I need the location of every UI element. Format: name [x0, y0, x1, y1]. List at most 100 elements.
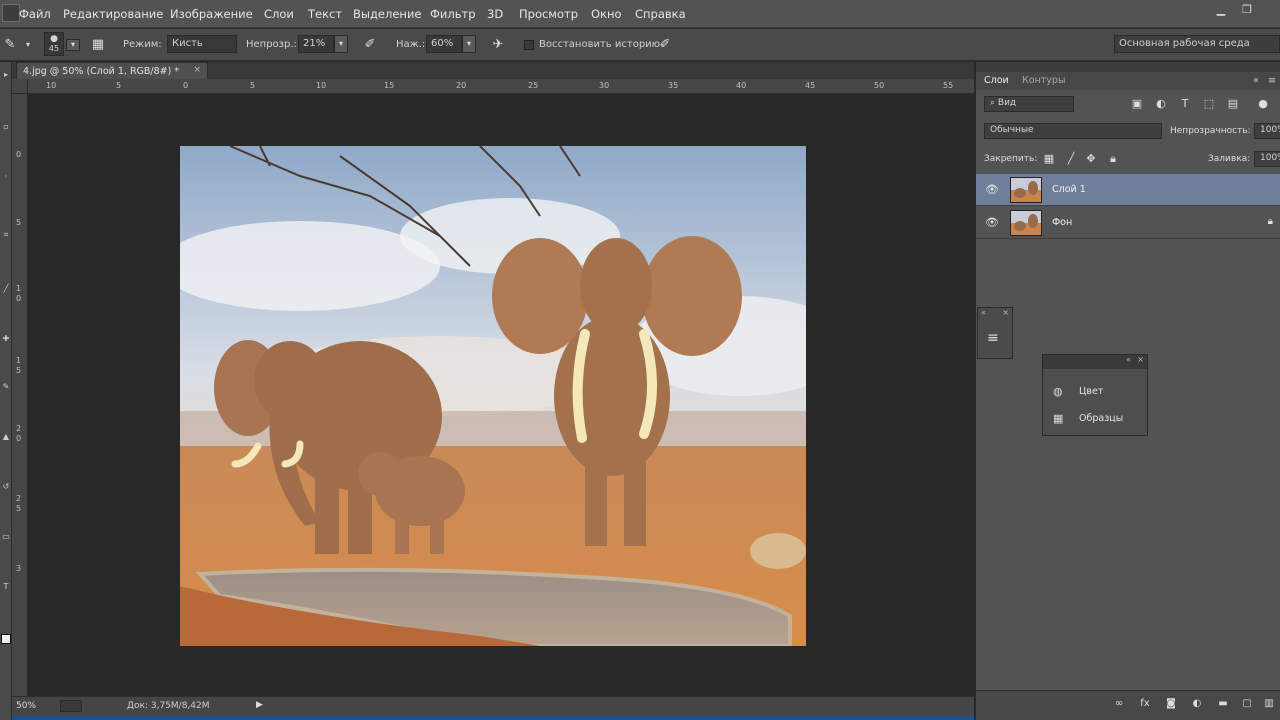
- layer-name[interactable]: Фон: [1052, 217, 1072, 228]
- close-icon[interactable]: ×: [193, 65, 201, 75]
- close-icon[interactable]: ×: [1002, 308, 1009, 317]
- pressure-input[interactable]: 60%: [426, 35, 462, 53]
- layer-name[interactable]: Слой 1: [1052, 184, 1086, 195]
- document-tab[interactable]: 4.jpg @ 50% (Слой 1, RGB/8#) * ×: [16, 62, 208, 79]
- panel-collapse-icon[interactable]: «: [1126, 355, 1131, 364]
- layer-row[interactable]: 👁︎ Слой 1: [976, 174, 1280, 206]
- brush-panel-toggle-icon[interactable]: ▦: [88, 35, 108, 55]
- marquee-tool-icon[interactable]: ▫: [1, 122, 11, 134]
- menu-view[interactable]: Просмотр: [519, 7, 578, 21]
- filter-smart-object-icon[interactable]: ▤: [1226, 97, 1240, 111]
- tool-preset-arrow-icon[interactable]: ▾: [18, 35, 38, 55]
- zoom-field[interactable]: [60, 700, 82, 712]
- delete-layer-icon[interactable]: ▥: [1262, 698, 1276, 712]
- panel-expand-icon[interactable]: «: [981, 308, 986, 317]
- eye-icon[interactable]: 👁︎: [985, 216, 999, 229]
- layer-row[interactable]: 👁︎ Фон 🔒︎: [976, 207, 1280, 239]
- zoom-level[interactable]: 50%: [16, 701, 36, 711]
- airbrush-icon[interactable]: ✈: [488, 35, 508, 55]
- filter-type-icon[interactable]: T: [1178, 97, 1192, 111]
- layer-opacity-input[interactable]: 100%: [1254, 123, 1280, 139]
- eyedropper-tool-icon[interactable]: ╱: [1, 284, 11, 296]
- foreground-color-swatch[interactable]: [1, 634, 11, 644]
- document-canvas-image[interactable]: [180, 146, 806, 646]
- properties-icon[interactable]: ≡: [987, 330, 999, 346]
- status-menu-arrow-icon[interactable]: ▶: [256, 700, 263, 710]
- swatches-icon: ▦: [1053, 412, 1064, 425]
- ruler-tick: 20: [456, 81, 467, 90]
- menu-edit[interactable]: Редактирование: [63, 7, 163, 21]
- new-adjustment-layer-icon[interactable]: ◐: [1190, 698, 1204, 712]
- color-icon: ◍: [1053, 385, 1063, 398]
- fill-label: Заливка:: [1208, 154, 1251, 164]
- brush-size-dropdown-icon[interactable]: ▾: [66, 39, 80, 51]
- menu-select[interactable]: Выделение: [353, 7, 422, 21]
- brush-tool-side-icon[interactable]: ✎: [1, 382, 11, 394]
- fill-input[interactable]: 100%: [1254, 151, 1280, 167]
- lock-all-icon[interactable]: 🔒︎: [1106, 152, 1120, 166]
- blend-mode-select[interactable]: Обычные: [984, 123, 1162, 139]
- stamp-tool-icon[interactable]: ▲: [1, 432, 11, 444]
- move-tool-icon[interactable]: ▸: [1, 70, 11, 82]
- close-icon[interactable]: ×: [1137, 355, 1144, 364]
- ruler-corner: [12, 79, 28, 94]
- ruler-tick: 10: [46, 81, 57, 90]
- tab-layers[interactable]: Слои: [984, 75, 1009, 86]
- menu-help[interactable]: Справка: [635, 7, 686, 21]
- lock-position-icon[interactable]: ✥: [1084, 152, 1098, 166]
- ruler-tick: 10: [316, 81, 327, 90]
- brush-tool-icon[interactable]: ✎: [0, 35, 20, 55]
- menu-image[interactable]: Изображение: [170, 7, 253, 21]
- filter-pixel-icon[interactable]: ▣: [1130, 97, 1144, 111]
- menu-type[interactable]: Текст: [308, 7, 342, 21]
- new-layer-icon[interactable]: ▢: [1240, 698, 1254, 712]
- layer-filter-select[interactable]: ⌕ Вид: [984, 96, 1074, 112]
- panel-menu-icon[interactable]: ≡: [1268, 75, 1276, 86]
- menu-layers[interactable]: Слои: [264, 7, 294, 21]
- filter-shape-icon[interactable]: ⬚: [1202, 97, 1216, 111]
- layers-panel-tabs: Слои Контуры « ≡: [976, 72, 1280, 90]
- lasso-tool-icon[interactable]: ◦: [1, 172, 11, 184]
- history-brush-tool-icon[interactable]: ↺: [1, 482, 11, 494]
- layer-style-icon[interactable]: fx: [1138, 698, 1152, 712]
- panel-collapse-icon[interactable]: «: [1253, 75, 1259, 86]
- pressure-opacity-icon[interactable]: ✐: [360, 35, 380, 55]
- lock-pixels-icon[interactable]: ╱: [1064, 152, 1078, 166]
- horizontal-ruler[interactable]: 10 5 0 5 10 15 20 25 30 35 40 45 50 55: [28, 79, 974, 94]
- filter-adjustment-icon[interactable]: ◐: [1154, 97, 1168, 111]
- eraser-tool-icon[interactable]: ▭: [1, 532, 11, 544]
- add-mask-icon[interactable]: ◙: [1164, 698, 1178, 712]
- eye-icon[interactable]: 👁︎: [985, 183, 999, 196]
- pressure-size-icon[interactable]: ✐: [655, 35, 675, 55]
- brush-size-preview[interactable]: ● 45: [44, 32, 64, 56]
- panel-item-color[interactable]: ◍ Цвет: [1051, 384, 1143, 402]
- menu-filter[interactable]: Фильтр: [430, 7, 476, 21]
- pressure-dropdown-icon[interactable]: ▾: [462, 35, 476, 53]
- opacity-label: Непрозр.:: [246, 39, 297, 50]
- restore-icon[interactable]: ❐: [1236, 3, 1258, 17]
- pressure-label: Наж.:: [396, 39, 426, 50]
- mode-select[interactable]: Кисть: [167, 35, 237, 53]
- menu-window[interactable]: Окно: [591, 7, 622, 21]
- panel-item-label: Цвет: [1079, 386, 1104, 397]
- tab-paths[interactable]: Контуры: [1022, 75, 1065, 86]
- menu-3d[interactable]: 3D: [487, 7, 503, 21]
- new-group-icon[interactable]: ▬: [1216, 698, 1230, 712]
- restore-history-checkbox[interactable]: [524, 40, 534, 50]
- photoshop-logo-icon: [2, 4, 20, 22]
- panel-item-swatches[interactable]: ▦ Образцы: [1051, 411, 1143, 429]
- minimize-icon[interactable]: ▁: [1210, 3, 1232, 17]
- text-tool-icon[interactable]: T: [1, 582, 11, 594]
- workspace-select[interactable]: Основная рабочая среда: [1114, 35, 1280, 53]
- vertical-ruler[interactable]: 0 5 1 0 1 5 2 0 2 5 3: [12, 94, 28, 696]
- ruler-tick: 55: [943, 81, 954, 90]
- link-layers-icon[interactable]: ∞: [1112, 698, 1126, 712]
- lock-transparent-icon[interactable]: ▦: [1042, 152, 1056, 166]
- panel-header[interactable]: « ×: [1043, 355, 1147, 369]
- menu-file[interactable]: Файл: [19, 7, 51, 21]
- crop-tool-icon[interactable]: ⌗: [1, 230, 11, 242]
- healing-tool-icon[interactable]: ✚: [1, 334, 11, 346]
- opacity-dropdown-icon[interactable]: ▾: [334, 35, 348, 53]
- filter-toggle-icon[interactable]: ●: [1256, 97, 1270, 111]
- opacity-input[interactable]: 21%: [298, 35, 334, 53]
